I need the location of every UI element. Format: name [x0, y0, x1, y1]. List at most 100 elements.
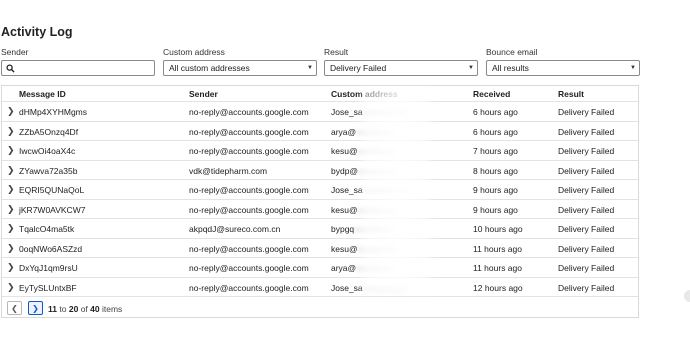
sender-cell: no-reply@accounts.google.com — [189, 185, 309, 195]
sender-search-input[interactable] — [15, 62, 154, 74]
column-header-sender[interactable]: Sender — [189, 89, 218, 99]
sender-cell: no-reply@accounts.google.com — [189, 126, 309, 137]
chevron-right-icon[interactable]: ❯ — [7, 145, 15, 156]
bounce-email-select[interactable]: All results ▼ — [486, 60, 640, 76]
custom-address-cell: kesu@xxxxxxxxx — [331, 146, 396, 156]
custom-address-cell: arya@xxxxxxxxx — [331, 263, 394, 273]
chevron-right-icon[interactable]: ❯ — [7, 262, 15, 273]
received-cell: 9 hours ago — [473, 185, 518, 195]
message-id-cell: TqalcO4ma5tk — [19, 224, 75, 234]
table-row[interactable]: ❯ EyTySLUntxBF no-reply@accounts.google.co… — [2, 276, 638, 297]
received-cell: 6 hours ago — [473, 107, 518, 117]
custom-address-cell: kesu@xxxxxxxxx — [331, 205, 396, 215]
message-id-cell: ZYawva72a35b — [19, 165, 78, 176]
chevron-right-icon[interactable]: ❯ — [7, 223, 15, 234]
sender-cell: no-reply@accounts.google.com — [189, 146, 309, 156]
table-row[interactable]: ❯ ZZbA5Onzq4Df no-reply@accounts.google.co… — [2, 120, 638, 141]
dropdown-caret-icon: ▼ — [630, 65, 636, 71]
message-id-cell: jKR7W0AVKCW7 — [19, 204, 86, 215]
total-count: 40 — [90, 304, 100, 314]
sender-cell: akpqdJ@sureco.com.cn — [189, 224, 281, 234]
received-cell: 7 hours ago — [473, 146, 518, 156]
custom-address-redacted: xxxxxxxxx — [358, 165, 397, 176]
table-row[interactable]: ❯ EQRI5QUNaQoL no-reply@accounts.google.co… — [2, 179, 638, 199]
chevron-right-icon[interactable]: ❯ — [7, 204, 15, 215]
custom-address-visible: kesu@ — [331, 243, 358, 254]
chevron-right-icon[interactable]: ❯ — [7, 126, 15, 137]
result-cell: Delivery Failed — [558, 185, 615, 195]
chevron-right-icon[interactable]: ❯ — [7, 184, 15, 195]
sender-cell: vdk@tidepharm.com — [189, 165, 268, 176]
custom-address-redacted: xxxxxxxxx — [356, 126, 395, 137]
sender-cell: no-reply@accounts.google.com — [189, 263, 309, 273]
received-cell: 6 hours ago — [473, 126, 518, 137]
custom-address-visible: kesu@ — [331, 146, 358, 156]
custom-address-visible: bydp@ — [331, 165, 359, 176]
custom-address-redacted: xxxxxxxxxx — [362, 282, 406, 293]
result-cell: Delivery Failed — [558, 165, 615, 176]
scroll-handle[interactable] — [684, 290, 690, 302]
sender-filter-label: Sender — [1, 47, 29, 57]
table-row[interactable]: ❯ dHMp4XYHMgms no-reply@accounts.google.co… — [2, 101, 638, 121]
custom-address-redacted: xxxxxxxxxx — [362, 185, 406, 195]
message-id-cell: IwcwOi4oaX4c — [19, 146, 76, 156]
result-cell: Delivery Failed — [558, 224, 615, 234]
table-row[interactable]: ❯ TqalcO4ma5tk akpqdJ@sureco.com.cn bypgqxx… — [2, 218, 638, 238]
next-page-button[interactable]: ❯ — [28, 301, 43, 315]
items-word: items — [102, 304, 123, 314]
table-row[interactable]: ❯ DxYqJ1qm9rsU no-reply@accounts.google.co… — [2, 257, 638, 277]
custom-address-cell: Jose_saxxxxxxxxxx — [331, 185, 405, 195]
sender-cell: no-reply@accounts.google.com — [189, 204, 309, 215]
custom-address-visible: Jose_sa — [331, 107, 363, 117]
received-cell: 10 hours ago — [473, 224, 523, 234]
prev-page-button[interactable]: ❮ — [7, 301, 22, 315]
chevron-right-icon[interactable]: ❯ — [7, 243, 15, 254]
custom-address-visible: arya@ — [331, 263, 357, 273]
bounce-email-select-value: All results — [492, 63, 529, 73]
column-header-received[interactable]: Received — [473, 89, 510, 99]
received-cell: 8 hours ago — [473, 165, 518, 176]
result-select[interactable]: Delivery Failed ▼ — [324, 60, 478, 76]
column-header-custom-address[interactable]: Custom address — [331, 89, 398, 99]
table-row[interactable]: ❯ jKR7W0AVKCW7 no-reply@accounts.google.co… — [2, 198, 638, 219]
custom-address-visible: bypgq — [331, 224, 355, 234]
custom-address-redacted: xxxxxxxxxx — [362, 107, 406, 117]
message-id-cell: 0oqNWo6ASZzd — [19, 243, 83, 254]
table-row[interactable]: ❯ ZYawva72a35b vdk@tidepharm.com bydp@xxxxx… — [2, 159, 638, 180]
received-cell: 9 hours ago — [473, 204, 518, 215]
sender-cell: no-reply@accounts.google.com — [189, 107, 309, 117]
column-header-message-id[interactable]: Message ID — [19, 89, 66, 99]
custom-address-redacted: xxxxxxxxx — [356, 263, 395, 273]
result-filter-label: Result — [324, 47, 349, 57]
result-cell: Delivery Failed — [558, 263, 615, 273]
chevron-right-icon: ❯ — [32, 303, 39, 313]
column-header-result[interactable]: Result — [558, 89, 584, 99]
custom-address-cell: arya@xxxxxxxxx — [331, 127, 394, 137]
sender-cell: no-reply@accounts.google.com — [189, 243, 309, 254]
table-row[interactable]: ❯ 0oqNWo6ASZzd no-reply@accounts.google.co… — [2, 237, 638, 258]
result-select-value: Delivery Failed — [330, 63, 387, 73]
message-id-cell: dHMp4XYHMgms — [19, 107, 88, 117]
chevron-right-icon[interactable]: ❯ — [7, 282, 15, 293]
table-row[interactable]: ❯ IwcwOi4oaX4c no-reply@accounts.google.co… — [2, 140, 638, 160]
custom-address-visible: kesu@ — [331, 204, 358, 215]
activity-log-table: Message ID Sender Custom address Receive… — [1, 85, 639, 318]
received-cell: 12 hours ago — [473, 282, 523, 293]
dropdown-caret-icon: ▼ — [468, 65, 474, 71]
custom-address-redacted: xxxxxxxxx — [357, 243, 396, 254]
pagination-summary: 11 to 20 of 40 items — [48, 304, 122, 314]
custom-address-cell: Jose_saxxxxxxxxxx — [331, 107, 405, 117]
sender-filter-input[interactable] — [1, 60, 155, 76]
message-id-cell: EQRI5QUNaQoL — [19, 185, 85, 195]
chevron-right-icon[interactable]: ❯ — [7, 106, 15, 117]
table-header: Message ID Sender Custom address Receive… — [2, 86, 638, 101]
bounce-email-filter-label: Bounce email — [486, 47, 538, 57]
result-cell: Delivery Failed — [558, 282, 615, 293]
chevron-right-icon[interactable]: ❯ — [7, 165, 15, 176]
message-id-cell: EyTySLUntxBF — [19, 282, 77, 293]
to-word: to — [59, 304, 67, 314]
custom-address-redacted: xxxxxxxxx — [357, 146, 396, 156]
custom-address-select[interactable]: All custom addresses ▼ — [163, 60, 317, 76]
custom-address-redacted: xxxxxxxxx — [354, 224, 393, 234]
custom-address-visible: Jose_sa — [331, 282, 363, 293]
